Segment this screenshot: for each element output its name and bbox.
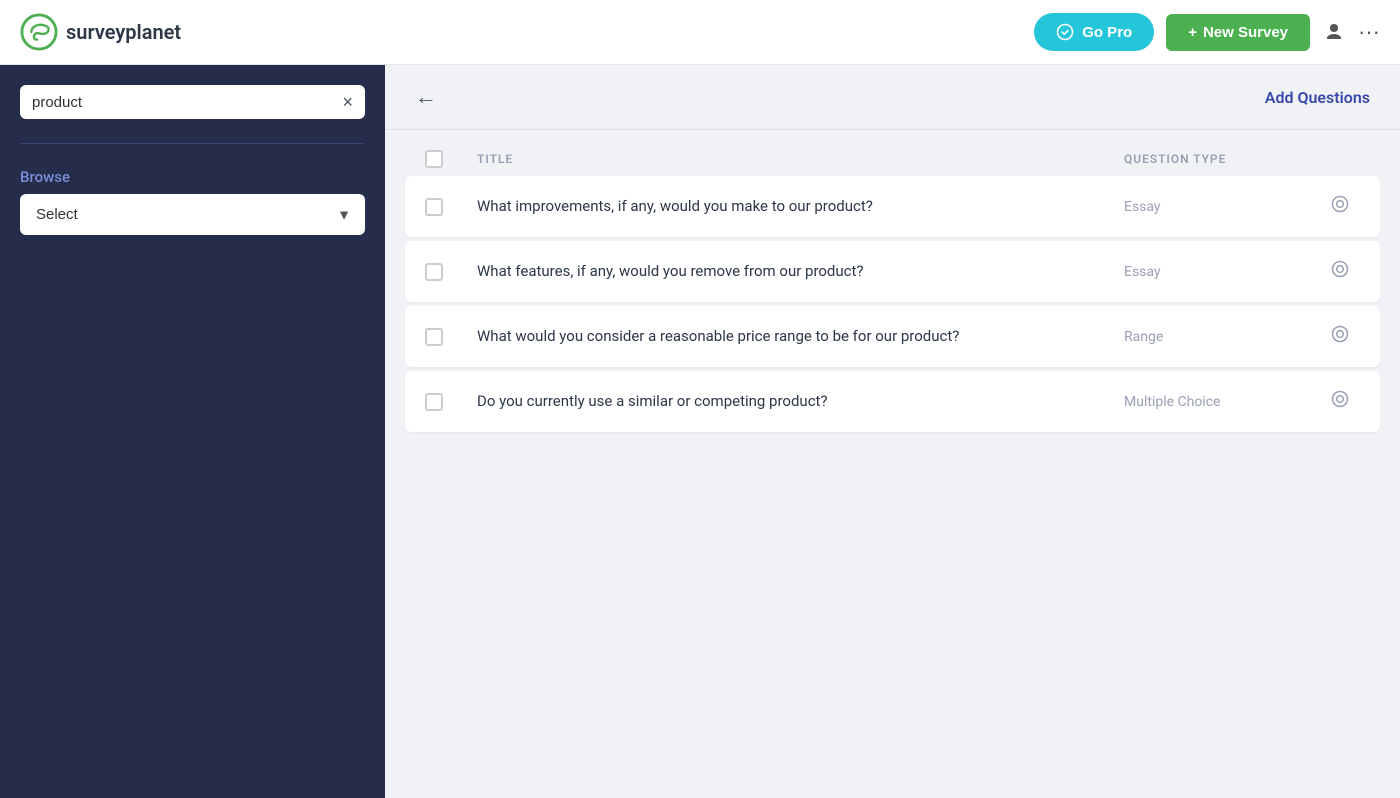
content-area: ← Add Questions TITLE QUESTION TYPE What…: [385, 65, 1400, 798]
table-row: Do you currently use a similar or compet…: [405, 371, 1380, 432]
preview-icon-4[interactable]: [1330, 389, 1350, 414]
row-type-1: Essay: [1124, 199, 1304, 215]
row-action-2: [1320, 259, 1360, 284]
preview-icon-2[interactable]: [1330, 259, 1350, 284]
row-action-1: [1320, 194, 1360, 219]
content-toolbar: ← Add Questions: [385, 65, 1400, 130]
row-title-3: What would you consider a reasonable pri…: [477, 325, 1108, 348]
sidebar-divider: [20, 143, 365, 144]
header-actions: Go Pro + New Survey ···: [1034, 13, 1380, 51]
row-type-3: Range: [1124, 329, 1304, 345]
column-header-title: TITLE: [477, 150, 1108, 168]
select-wrapper: Select Category 1 Category 2 Category 3 …: [20, 194, 365, 235]
select-all-checkbox[interactable]: [425, 150, 443, 168]
header: surveyplanet Go Pro + New Survey ···: [0, 0, 1400, 65]
user-icon: [1322, 20, 1346, 44]
row-type-4: Multiple Choice: [1124, 394, 1304, 410]
row-type-2: Essay: [1124, 264, 1304, 280]
row-title-2: What features, if any, would you remove …: [477, 260, 1108, 283]
browse-label: Browse: [20, 168, 365, 186]
new-survey-button[interactable]: + New Survey: [1166, 14, 1310, 51]
table-row: What features, if any, would you remove …: [405, 241, 1380, 302]
browse-section: Browse Select Category 1 Category 2 Cate…: [20, 168, 365, 235]
table-row: What would you consider a reasonable pri…: [405, 306, 1380, 367]
row-action-4: [1320, 389, 1360, 414]
search-input[interactable]: [32, 94, 334, 111]
more-options-button[interactable]: ···: [1358, 19, 1380, 45]
questions-container: TITLE QUESTION TYPE What improvements, i…: [385, 130, 1400, 798]
preview-icon-3[interactable]: [1330, 324, 1350, 349]
category-select[interactable]: Select Category 1 Category 2 Category 3: [20, 194, 365, 235]
table-row: What improvements, if any, would you mak…: [405, 176, 1380, 237]
column-header-type: QUESTION TYPE: [1124, 152, 1304, 166]
row-check-1: [425, 198, 461, 216]
row-check-2: [425, 263, 461, 281]
row-check-3: [425, 328, 461, 346]
row-check-4: [425, 393, 461, 411]
user-avatar-button[interactable]: [1322, 20, 1346, 44]
sidebar: × Browse Select Category 1 Category 2 Ca…: [0, 65, 385, 798]
back-button[interactable]: ←: [415, 84, 437, 110]
go-pro-button[interactable]: Go Pro: [1034, 13, 1154, 51]
row-checkbox-3[interactable]: [425, 328, 443, 346]
search-box: ×: [20, 85, 365, 119]
main-layout: × Browse Select Category 1 Category 2 Ca…: [0, 65, 1400, 798]
go-pro-icon: [1056, 23, 1074, 41]
row-checkbox-1[interactable]: [425, 198, 443, 216]
row-title-4: Do you currently use a similar or compet…: [477, 390, 1108, 413]
clear-search-button[interactable]: ×: [342, 93, 353, 111]
add-questions-link[interactable]: Add Questions: [1265, 88, 1370, 107]
logo-text: surveyplanet: [66, 20, 181, 44]
table-header: TITLE QUESTION TYPE: [405, 140, 1380, 176]
row-checkbox-4[interactable]: [425, 393, 443, 411]
row-checkbox-2[interactable]: [425, 263, 443, 281]
logo-area: surveyplanet: [20, 13, 181, 51]
logo-icon: [20, 13, 58, 51]
preview-icon-1[interactable]: [1330, 194, 1350, 219]
row-action-3: [1320, 324, 1360, 349]
row-title-1: What improvements, if any, would you mak…: [477, 195, 1108, 218]
